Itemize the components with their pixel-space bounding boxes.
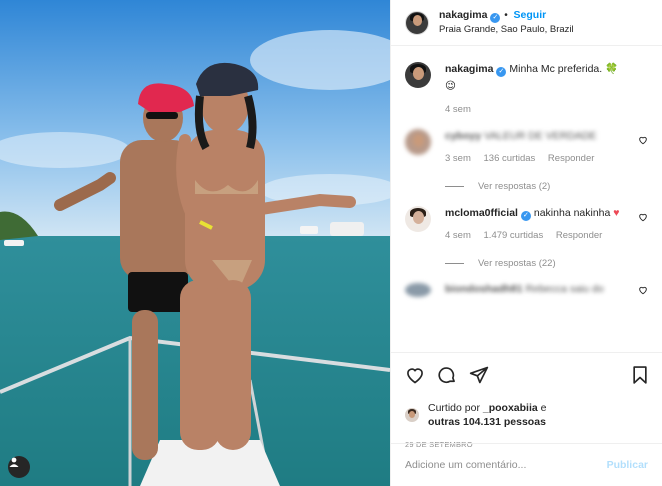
- follow-button[interactable]: Seguir: [514, 9, 547, 21]
- comment-time[interactable]: 4 sem: [445, 230, 471, 241]
- user-tag-icon[interactable]: [8, 456, 30, 478]
- list-item: cyboyy VALEUR DE VERDADE 3 sem 136 curti…: [405, 129, 648, 192]
- post-location[interactable]: Praia Grande, Sao Paulo, Brazil: [439, 23, 574, 36]
- separator-dot: •: [504, 10, 508, 21]
- comment-username[interactable]: cyboyy: [445, 130, 481, 142]
- view-replies-button[interactable]: Ver respostas (2): [445, 181, 648, 192]
- view-replies-label: Ver respostas (22): [478, 258, 556, 269]
- header-text: nakagima ✓ • Seguir Praia Grande, Sao Pau…: [439, 9, 574, 36]
- avatar[interactable]: [405, 206, 431, 232]
- verified-icon: ✓: [520, 211, 531, 221]
- comment-input[interactable]: [405, 459, 607, 471]
- reply-button[interactable]: Responder: [556, 230, 602, 241]
- verified-icon: ✓: [490, 13, 501, 23]
- comment-text: Minha Mc preferida. 🍀: [509, 63, 619, 75]
- avatar[interactable]: [405, 10, 429, 35]
- post-header: nakagima ✓ • Seguir Praia Grande, Sao Pau…: [391, 0, 662, 46]
- heart-emoji: ♥: [613, 207, 620, 219]
- avatar[interactable]: [405, 62, 431, 88]
- comment-emoji: 😉: [445, 80, 456, 92]
- likes-joiner: e: [540, 402, 547, 414]
- divider: [445, 186, 464, 187]
- avatar[interactable]: [405, 408, 419, 422]
- comment-username[interactable]: nakagima: [445, 63, 493, 75]
- comment-text: Rebecca saiu do: [525, 283, 604, 295]
- instagram-post-view: nakagima ✓ • Seguir Praia Grande, Sao Pau…: [0, 0, 662, 486]
- list-item: biondoshadh81 Rebecca saiu do: [405, 283, 648, 297]
- comment-likes[interactable]: 1.479 curtidas: [484, 230, 544, 241]
- divider: [445, 263, 464, 264]
- publish-button[interactable]: Publicar: [607, 459, 648, 471]
- reply-button[interactable]: Responder: [548, 153, 594, 164]
- view-replies-button[interactable]: Ver respostas (22): [445, 258, 648, 269]
- comment-time[interactable]: 3 sem: [445, 153, 471, 164]
- heart-icon[interactable]: [638, 135, 648, 145]
- post-side-panel: nakagima ✓ • Seguir Praia Grande, Sao Pau…: [390, 0, 662, 486]
- liker-username[interactable]: _pooxabiia: [483, 402, 538, 414]
- likes-prefix: Curtido por: [428, 402, 480, 414]
- post-actions: Curtido por _pooxabiia e outras 104.131 …: [391, 352, 662, 449]
- caption: nakagima ✓ Minha Mc preferida. 🍀 😉 4 sem: [405, 62, 648, 115]
- comment-text: VALEUR DE VERDADE: [484, 130, 597, 142]
- save-icon[interactable]: [630, 365, 650, 385]
- add-comment-bar: Publicar: [391, 443, 662, 486]
- action-bar: [405, 363, 650, 387]
- list-item: mcloma0fficial ✓ nakinha nakinha ♥ 4 sem …: [405, 206, 648, 269]
- comment-time[interactable]: 4 sem: [445, 104, 471, 115]
- heart-icon[interactable]: [638, 212, 648, 222]
- heart-icon[interactable]: [405, 365, 425, 385]
- avatar[interactable]: [405, 283, 431, 297]
- heart-icon[interactable]: [638, 285, 648, 295]
- comments-list: nakagima ✓ Minha Mc preferida. 🍀 😉 4 sem …: [391, 62, 662, 297]
- verified-icon: ✓: [496, 67, 507, 77]
- comment-text: nakinha nakinha: [533, 207, 611, 219]
- post-photo[interactable]: [0, 0, 390, 486]
- beach-boat-photo: [0, 0, 390, 486]
- comment-icon[interactable]: [437, 365, 457, 385]
- likes-count-button[interactable]: outras 104.131 pessoas: [428, 416, 546, 428]
- comment-username[interactable]: biondoshadh81: [445, 283, 523, 295]
- comment-username[interactable]: mcloma0fficial: [445, 207, 518, 219]
- share-icon[interactable]: [469, 365, 489, 385]
- likes-summary: Curtido por _pooxabiia e outras 104.131 …: [405, 401, 650, 429]
- comment-likes[interactable]: 136 curtidas: [484, 153, 536, 164]
- author-username[interactable]: nakagima: [439, 9, 487, 21]
- avatar[interactable]: [405, 129, 431, 155]
- view-replies-label: Ver respostas (2): [478, 181, 551, 192]
